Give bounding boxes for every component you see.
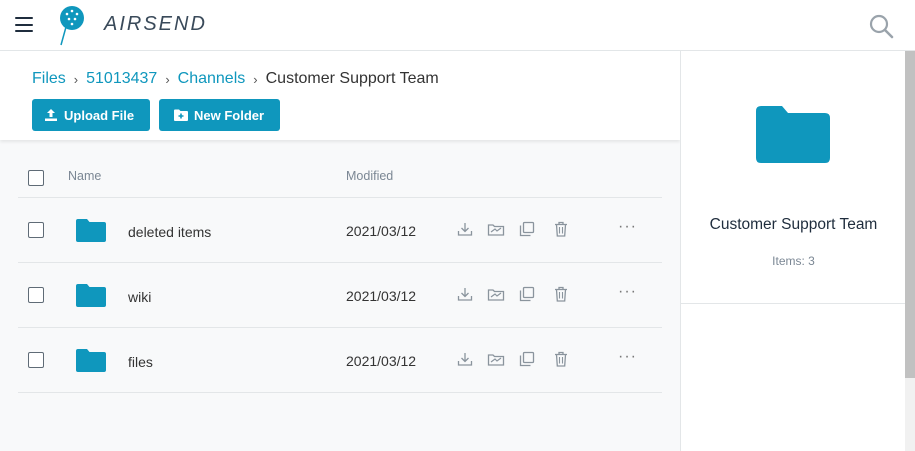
more-options-icon[interactable]: ···: [618, 284, 636, 304]
move-icon[interactable]: [487, 220, 505, 238]
trash-icon[interactable]: [552, 350, 570, 368]
upload-file-label: Upload File: [64, 107, 135, 123]
row-checkbox[interactable]: [28, 352, 44, 368]
download-icon[interactable]: [456, 220, 474, 238]
row-name[interactable]: deleted items: [128, 224, 211, 240]
trash-icon[interactable]: [552, 285, 570, 303]
airsend-logo-icon: [60, 6, 84, 46]
top-bar: AIRSEND: [0, 0, 915, 51]
details-panel: Customer Support Team Items: 3: [680, 51, 906, 451]
folder-plus-icon: [174, 109, 188, 121]
menu-icon[interactable]: [15, 17, 33, 33]
details-item-count: Items: 3: [772, 254, 815, 268]
move-icon[interactable]: [487, 285, 505, 303]
breadcrumb-current: Customer Support Team: [265, 70, 439, 87]
row-modified: 2021/03/12: [346, 353, 417, 369]
column-modified[interactable]: Modified: [346, 169, 393, 183]
folder-icon[interactable]: [76, 349, 106, 372]
breadcrumb: Files › 51013437 › Channels › Customer S…: [32, 70, 439, 88]
select-all-checkbox[interactable]: [28, 170, 44, 186]
table-row[interactable]: wiki 2021/03/12 ···: [18, 263, 662, 328]
download-icon[interactable]: [456, 350, 474, 368]
folder-icon[interactable]: [76, 219, 106, 242]
row-checkbox[interactable]: [28, 222, 44, 238]
new-folder-button[interactable]: New Folder: [159, 99, 280, 131]
row-name[interactable]: files: [128, 354, 153, 370]
copy-icon[interactable]: [518, 220, 536, 238]
folder-icon[interactable]: [76, 284, 106, 307]
more-options-icon[interactable]: ···: [618, 349, 636, 369]
breadcrumb-separator: ›: [165, 71, 170, 87]
table-header: Name Modified: [18, 156, 662, 198]
copy-icon[interactable]: [518, 285, 536, 303]
search-icon[interactable]: [868, 13, 894, 39]
breadcrumb-separator: ›: [253, 71, 258, 87]
breadcrumb-separator: ›: [73, 71, 79, 87]
scrollbar-track[interactable]: [905, 378, 915, 451]
upload-icon: [45, 109, 57, 121]
details-info: Customer Support Team Items: 3: [681, 51, 906, 304]
scrollbar-thumb[interactable]: [905, 51, 915, 378]
app-name: AIRSEND: [104, 13, 207, 35]
table-row[interactable]: files 2021/03/12 ···: [18, 328, 662, 393]
more-options-icon[interactable]: ···: [618, 219, 636, 239]
download-icon[interactable]: [456, 285, 474, 303]
table-row[interactable]: deleted items 2021/03/12 ···: [18, 198, 662, 263]
upload-file-button[interactable]: Upload File: [32, 99, 150, 131]
breadcrumb-files[interactable]: Files: [32, 70, 66, 88]
copy-icon[interactable]: [518, 350, 536, 368]
file-header: Files › 51013437 › Channels › Customer S…: [0, 51, 680, 140]
breadcrumb-channels[interactable]: Channels: [178, 70, 246, 88]
row-checkbox[interactable]: [28, 287, 44, 303]
row-modified: 2021/03/12: [346, 288, 417, 304]
row-name[interactable]: wiki: [128, 289, 151, 305]
details-title: Customer Support Team: [709, 216, 878, 233]
trash-icon[interactable]: [552, 220, 570, 238]
file-browser: Files › 51013437 › Channels › Customer S…: [0, 51, 680, 451]
folder-icon: [756, 106, 830, 163]
breadcrumb-workspace[interactable]: 51013437: [86, 70, 157, 88]
new-folder-label: New Folder: [194, 107, 265, 123]
move-icon[interactable]: [487, 350, 505, 368]
row-modified: 2021/03/12: [346, 223, 417, 239]
column-name[interactable]: Name: [68, 169, 101, 183]
